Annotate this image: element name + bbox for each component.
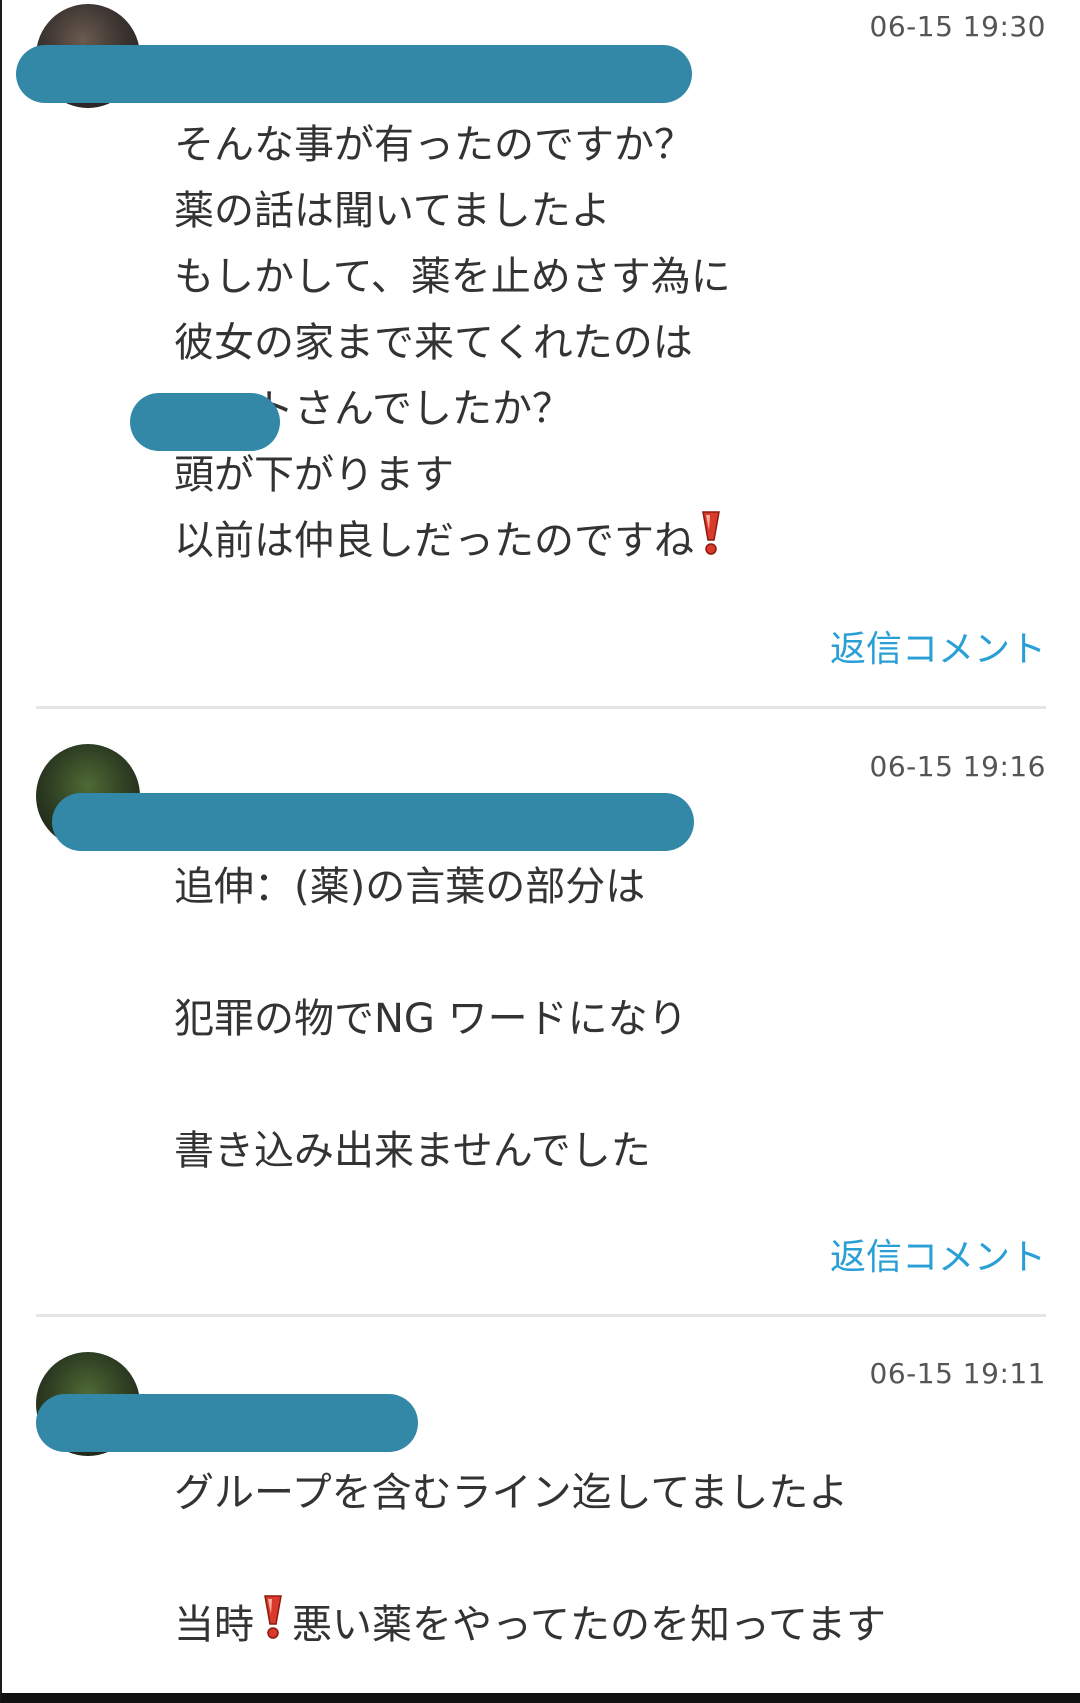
comment-line: 犯罪の物でNG ワードになり: [174, 996, 688, 1042]
comment-body: グループを含むライン迄してましたよ 当時 悪い薬をやってたのを知ってます: [174, 1460, 886, 1658]
comment-line: [174, 1526, 886, 1592]
comment-line: [174, 920, 688, 986]
comment-line: 書き込み出来ませんでした: [174, 1128, 651, 1174]
comment-body: 追伸：(薬)の言葉の部分は 犯罪の物でNG ワードになり 書き込み出来ませんでし…: [174, 854, 688, 1184]
comment-line-text: 当時: [174, 1602, 254, 1648]
comment-line: グループを含むライン迄してましたよ: [174, 1470, 849, 1516]
comment-line: 追伸：(薬)の言葉の部分は: [174, 864, 646, 910]
redacted-username: [52, 793, 694, 851]
comment-timestamp: 06-15 19:11: [869, 1357, 1046, 1390]
comment-timestamp: 06-15 19:16: [869, 750, 1046, 783]
comment-line: そんな事が有ったのですか？: [174, 122, 694, 168]
comment-line: 頭が下がります: [174, 452, 454, 498]
comment-line: 薬の話は聞いてましたよ: [174, 188, 611, 234]
redacted-username: [16, 45, 692, 103]
comment-line: 彼女の家まで来てくれたのは: [174, 320, 693, 366]
reply-comment-link[interactable]: 返信コメント: [830, 620, 1046, 672]
reply-comment-link[interactable]: 返信コメント: [830, 1228, 1046, 1280]
comment-line-text: 以前は仲良しだったのですね: [174, 518, 694, 564]
comment-timestamp: 06-15 19:30: [869, 10, 1046, 43]
comment-divider: [36, 1314, 1046, 1317]
redacted-username: [36, 1394, 418, 1452]
redacted-name-in-text: [130, 393, 280, 451]
comment-line-text: 悪い薬をやってたのを知ってます: [292, 1602, 886, 1648]
red-exclamation-icon: [260, 1594, 286, 1660]
comment-body: そんな事が有ったのですか？ 薬の話は聞いてましたよ もしかして、薬を止めさす為に…: [174, 112, 731, 574]
comment-line: 以前は仲良しだったのですね: [174, 508, 731, 574]
comment-line: [174, 1052, 688, 1118]
red-exclamation-icon: [698, 510, 724, 576]
comment-line: 当時 悪い薬をやってたのを知ってます: [174, 1592, 886, 1658]
comment-line: もしかして、薬を止めさす為に: [174, 254, 731, 300]
comment-divider: [36, 706, 1046, 709]
